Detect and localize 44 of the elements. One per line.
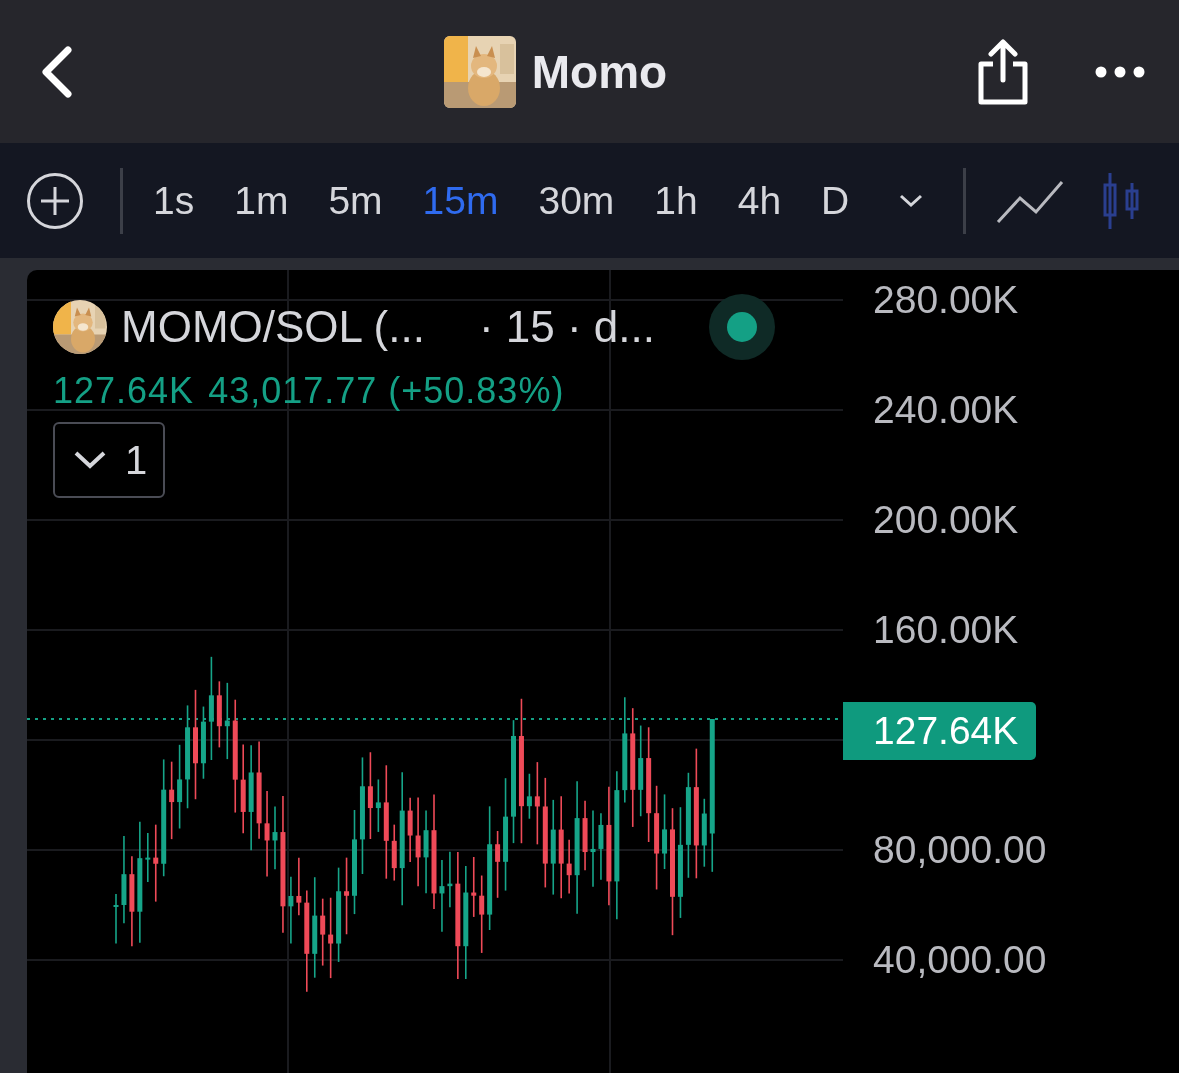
interval-tab[interactable]: D: [821, 178, 850, 223]
interval-tab[interactable]: 5m: [328, 178, 383, 223]
last-price-tag: 127.64K: [843, 702, 1037, 760]
candle: [407, 796, 413, 863]
candle: [272, 805, 278, 871]
candle: [296, 857, 302, 916]
price-change: 43,017.77 (+50.83%): [208, 370, 565, 412]
candle: [145, 832, 151, 883]
price-axis-label: 280.00K: [873, 277, 1019, 323]
candle: [375, 778, 381, 833]
interval-tab[interactable]: 15m: [422, 178, 499, 223]
candle: [288, 876, 294, 945]
candle: [471, 856, 477, 918]
token-title: Momo: [531, 44, 668, 99]
price-axis-label: 160.00K: [873, 607, 1019, 653]
interval-tab[interactable]: 4h: [737, 178, 782, 223]
candle: [701, 798, 707, 868]
interval-tab[interactable]: 30m: [538, 178, 615, 223]
candle: [582, 800, 588, 872]
candle: [526, 772, 532, 820]
more-icon[interactable]: [1095, 65, 1145, 78]
price-axis-label: 240.00K: [873, 387, 1019, 433]
price-axis-label: 80,000.00: [873, 827, 1047, 873]
chart-details: · 15 · d...: [478, 302, 656, 352]
interval-tab[interactable]: 1h: [654, 178, 698, 223]
last-price: 127.64K: [53, 370, 195, 412]
pair-symbol: MOMO/SOL (...: [121, 302, 425, 352]
indicators-toggle[interactable]: 1: [53, 422, 166, 498]
chevron-down-icon[interactable]: [899, 193, 924, 208]
price-axis-label: 200.00K: [873, 497, 1019, 543]
share-icon[interactable]: [977, 37, 1029, 106]
candle: [447, 851, 453, 909]
price-axis-label: 40,000.00: [873, 937, 1047, 983]
add-indicator-icon[interactable]: [26, 171, 84, 230]
candle: [391, 823, 397, 882]
candle: [216, 680, 222, 749]
candle: [566, 838, 572, 895]
candle: [495, 830, 501, 899]
chevron-down-icon: [73, 450, 107, 470]
candle: [113, 893, 119, 945]
candle: [598, 812, 604, 881]
interval-tab[interactable]: 1s: [153, 178, 195, 223]
interval-tab[interactable]: 1m: [234, 178, 289, 223]
candle: [320, 897, 326, 967]
